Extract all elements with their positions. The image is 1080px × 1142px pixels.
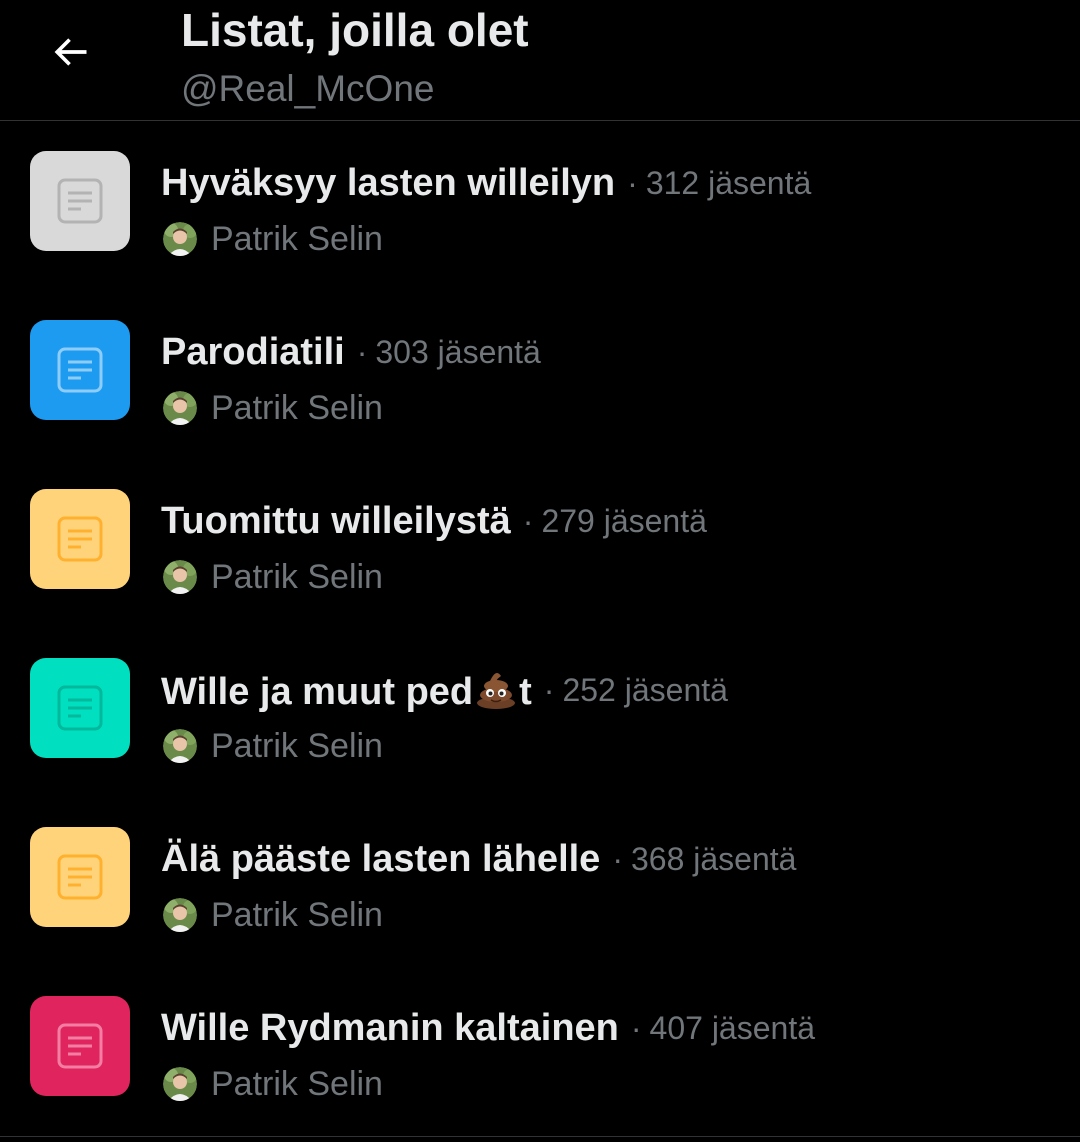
separator-dot: · (543, 671, 555, 708)
list-name: Älä pääste lasten lähelle (161, 837, 601, 880)
list-title-line: Wille ja muut ped t · 252 jäsentä (161, 666, 728, 714)
owner-line: Patrik Selin (163, 894, 383, 936)
member-count: 303 jäsentä (375, 333, 541, 370)
list-item[interactable]: Tuomittu willeilystä · 279 jäsentä Patri… (0, 459, 1080, 628)
owner-name: Patrik Selin (211, 895, 383, 934)
list-name-part1: Wille ja muut ped (161, 671, 474, 713)
list-icon (30, 827, 130, 927)
owner-name: Patrik Selin (211, 219, 383, 258)
list-title-line: Wille Rydmanin kaltainen · 407 jäsentä (161, 1004, 815, 1052)
list-name: Hyväksyy lasten willeilyn (161, 161, 616, 204)
avatar (163, 391, 197, 425)
owner-line: Patrik Selin (163, 387, 383, 429)
lists-container: Hyväksyy lasten willeilyn · 312 jäsentä … (0, 121, 1080, 1135)
list-document-icon (57, 854, 103, 900)
list-item[interactable]: Wille Rydmanin kaltainen · 407 jäsentä P… (0, 966, 1080, 1135)
avatar (163, 729, 197, 763)
avatar (163, 1067, 197, 1101)
list-title-line: Tuomittu willeilystä · 279 jäsentä (161, 497, 707, 545)
owner-name: Patrik Selin (211, 557, 383, 596)
member-count: 312 jäsentä (645, 164, 812, 201)
owner-name: Patrik Selin (211, 388, 383, 427)
owner-line: Patrik Selin (163, 725, 383, 767)
list-title-line: Älä pääste lasten lähelle · 368 jäsentä (161, 835, 796, 883)
list-item[interactable]: Hyväksyy lasten willeilyn · 312 jäsentä … (0, 121, 1080, 290)
separator-dot: · (522, 502, 534, 539)
back-button[interactable] (46, 28, 94, 76)
separator-dot: · (627, 164, 638, 201)
page-title: Listat, joilla olet (181, 4, 529, 56)
list-name: Tuomittu willeilystä (161, 499, 511, 542)
list-icon (30, 658, 130, 758)
avatar (163, 898, 197, 932)
list-name-part2: t (519, 671, 532, 713)
list-item[interactable]: Älä pääste lasten lähelle · 368 jäsentä … (0, 797, 1080, 966)
list-title-line: Parodiatili · 303 jäsentä (161, 328, 541, 376)
arrow-left-icon (54, 38, 87, 66)
owner-line: Patrik Selin (163, 218, 383, 260)
list-item[interactable]: Parodiatili · 303 jäsentä Patrik Selin (0, 290, 1080, 459)
list-icon (30, 489, 130, 589)
list-document-icon (57, 1023, 103, 1069)
list-document-icon (57, 516, 103, 562)
list-document-icon (57, 347, 103, 393)
avatar (163, 560, 197, 594)
owner-line: Patrik Selin (163, 1063, 383, 1105)
list-item[interactable]: Wille ja muut ped t · 252 jäsentä Patrik… (0, 628, 1080, 797)
list-icon (30, 151, 130, 251)
member-count: 368 jäsentä (630, 840, 797, 877)
top-bar: Listat, joilla olet @Real_McOne (0, 0, 1080, 121)
avatar (163, 222, 197, 256)
user-handle: @Real_McOne (181, 68, 435, 109)
list-document-icon (57, 685, 103, 731)
list-name: Parodiatili (161, 330, 345, 373)
owner-name: Patrik Selin (211, 726, 383, 765)
list-name: Wille ja muut ped t (161, 666, 532, 714)
owner-name: Patrik Selin (211, 1064, 383, 1103)
list-title-line: Hyväksyy lasten willeilyn · 312 jäsentä (161, 159, 811, 207)
separator-dot: · (630, 1009, 642, 1046)
list-icon (30, 996, 130, 1096)
pile-of-poo-icon (477, 672, 516, 709)
list-document-icon (57, 178, 103, 224)
owner-line: Patrik Selin (163, 556, 383, 598)
list-name: Wille Rydmanin kaltainen (161, 1006, 619, 1049)
bottom-divider (0, 1136, 1080, 1137)
separator-dot: · (612, 840, 623, 877)
separator-dot: · (356, 333, 368, 370)
list-icon (30, 320, 130, 420)
member-count: 407 jäsentä (649, 1009, 815, 1046)
member-count: 279 jäsentä (541, 502, 707, 539)
member-count: 252 jäsentä (562, 671, 728, 708)
